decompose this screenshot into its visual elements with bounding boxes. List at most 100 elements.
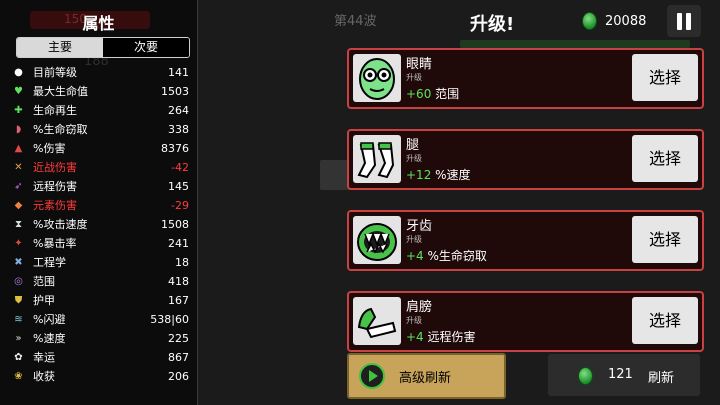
armor-icon: ⛊ <box>14 295 23 306</box>
pause-button[interactable] <box>667 5 701 37</box>
tab-primary[interactable]: 主要 <box>17 38 103 57</box>
stats-tabs: 主要 次要 <box>16 37 190 58</box>
teeth-icon <box>353 216 401 264</box>
stat-row[interactable]: ✿ 幸运 867 <box>0 348 197 367</box>
elemental-icon: ◆ <box>14 200 23 211</box>
stat-label: %暴击率 <box>33 237 77 250</box>
dodge-icon: ≋ <box>14 314 23 325</box>
upgrade-subtitle: 升级 <box>406 73 422 82</box>
alien-eyes-icon <box>353 54 401 102</box>
stat-row[interactable]: ◆ 元素伤害 -29 <box>0 196 197 215</box>
upgrade-name: 眼睛 <box>406 57 433 72</box>
upgrade-card: 肩膀 升级 +4 远程伤害 选择 <box>347 291 704 352</box>
upgrade-subtitle: 升级 <box>406 154 422 163</box>
select-button[interactable]: 选择 <box>632 135 698 182</box>
refresh-label: 刷新 <box>648 371 675 386</box>
stat-row[interactable]: ≋ %闪避 538|60 <box>0 310 197 329</box>
stat-row[interactable]: ✖ 工程学 18 <box>0 253 197 272</box>
level-icon: ● <box>14 67 23 78</box>
stat-value: -42 <box>171 161 189 174</box>
harvest-icon: ❀ <box>14 371 23 382</box>
stat-row[interactable]: ✦ %暴击率 241 <box>0 234 197 253</box>
range-icon: ◎ <box>14 276 23 287</box>
upgrade-name: 肩膀 <box>406 300 433 315</box>
green-material-icon <box>582 12 597 30</box>
currency-amount: 20088 <box>605 13 647 29</box>
stat-label: %速度 <box>33 332 66 345</box>
stats-panel: 150 属性 188 主要 次要 ● 目前等级 141 ♥ 最大生命值 1503 ✚ 生命再生… <box>0 0 198 405</box>
upgrade-card: 腿 升级 +12 %速度 选择 <box>347 129 704 190</box>
shoulders-icon <box>353 297 401 345</box>
stat-value: 264 <box>168 104 189 117</box>
refresh-button[interactable]: 121 刷新 <box>548 354 700 396</box>
stat-row[interactable]: ◎ 范围 418 <box>0 272 197 291</box>
stat-row[interactable]: ♥ 最大生命值 1503 <box>0 82 197 101</box>
stat-value: -29 <box>171 199 189 212</box>
stat-label: 生命再生 <box>33 104 77 117</box>
stat-label: 护甲 <box>33 294 55 307</box>
stat-row[interactable]: » %速度 225 <box>0 329 197 348</box>
select-button[interactable]: 选择 <box>632 297 698 344</box>
melee-icon: ✕ <box>14 162 23 173</box>
pause-icon <box>686 13 691 30</box>
stat-label: %伤害 <box>33 142 66 155</box>
stat-row[interactable]: ❀ 收获 206 <box>0 367 197 386</box>
stat-label: %攻击速度 <box>33 218 88 231</box>
stat-value: 418 <box>168 275 189 288</box>
stat-label: %闪避 <box>33 313 66 326</box>
luck-icon: ✿ <box>14 352 23 363</box>
damage-icon: ▲ <box>14 143 23 154</box>
select-button[interactable]: 选择 <box>632 54 698 101</box>
stat-row[interactable]: ⧗ %攻击速度 1508 <box>0 215 197 234</box>
upgrade-effect: +60 范围 <box>406 87 460 101</box>
stat-value: 1508 <box>161 218 189 231</box>
wave-label: 第44波 <box>334 14 377 29</box>
stat-label: 工程学 <box>33 256 66 269</box>
upgrade-effect: +12 %速度 <box>406 168 471 182</box>
regen-icon: ✚ <box>14 105 23 116</box>
stat-value: 167 <box>168 294 189 307</box>
upgrade-name: 腿 <box>406 138 420 153</box>
stat-value: 538|60 <box>150 313 189 326</box>
heart-icon: ♥ <box>14 86 23 97</box>
stats-list: ● 目前等级 141 ♥ 最大生命值 1503 ✚ 生命再生 264 ◗ %生命窃取 338 ▲ %伤害 8… <box>0 63 197 386</box>
stat-row[interactable]: ⛊ 护甲 167 <box>0 291 197 310</box>
stat-row[interactable]: ▲ %伤害 8376 <box>0 139 197 158</box>
stat-row[interactable]: ➶ 远程伤害 145 <box>0 177 197 196</box>
speed-icon: » <box>15 333 22 344</box>
stat-label: 元素伤害 <box>33 199 77 212</box>
page-title: 升级! <box>470 14 515 35</box>
stat-value: 867 <box>168 351 189 364</box>
select-button[interactable]: 选择 <box>632 216 698 263</box>
upgrade-subtitle: 升级 <box>406 316 422 325</box>
stat-row[interactable]: ✕ 近战伤害 -42 <box>0 158 197 177</box>
upgrade-effect: +4 %生命窃取 <box>406 249 487 263</box>
stat-value: 1503 <box>161 85 189 98</box>
stat-value: 338 <box>168 123 189 136</box>
panel-title: 属性 <box>82 14 115 33</box>
attack-speed-icon: ⧗ <box>14 219 23 230</box>
stat-value: 141 <box>168 66 189 79</box>
stat-label: 远程伤害 <box>33 180 77 193</box>
arena-debris <box>460 40 690 48</box>
advanced-refresh-label: 高级刷新 <box>399 371 452 386</box>
upgrade-effect: +4 远程伤害 <box>406 330 476 344</box>
currency-display: 20088 <box>582 12 646 30</box>
stat-label: 收获 <box>33 370 55 383</box>
tab-secondary[interactable]: 次要 <box>103 38 189 57</box>
stat-row[interactable]: ● 目前等级 141 <box>0 63 197 82</box>
stat-value: 206 <box>168 370 189 383</box>
engineering-icon: ✖ <box>14 257 23 268</box>
pause-icon <box>677 13 682 30</box>
stat-row[interactable]: ◗ %生命窃取 338 <box>0 120 197 139</box>
stat-label: 最大生命值 <box>33 85 88 98</box>
stat-row[interactable]: ✚ 生命再生 264 <box>0 101 197 120</box>
crit-icon: ✦ <box>14 238 23 249</box>
ranged-icon: ➶ <box>14 181 23 192</box>
advanced-refresh-button[interactable]: 高级刷新 <box>347 353 506 399</box>
stat-value: 225 <box>168 332 189 345</box>
upgrade-card: 牙齿 升级 +4 %生命窃取 选择 <box>347 210 704 271</box>
upgrade-card: 眼睛 升级 +60 范围 选择 <box>347 48 704 109</box>
stat-label: 幸运 <box>33 351 55 364</box>
stat-label: 目前等级 <box>33 66 77 79</box>
